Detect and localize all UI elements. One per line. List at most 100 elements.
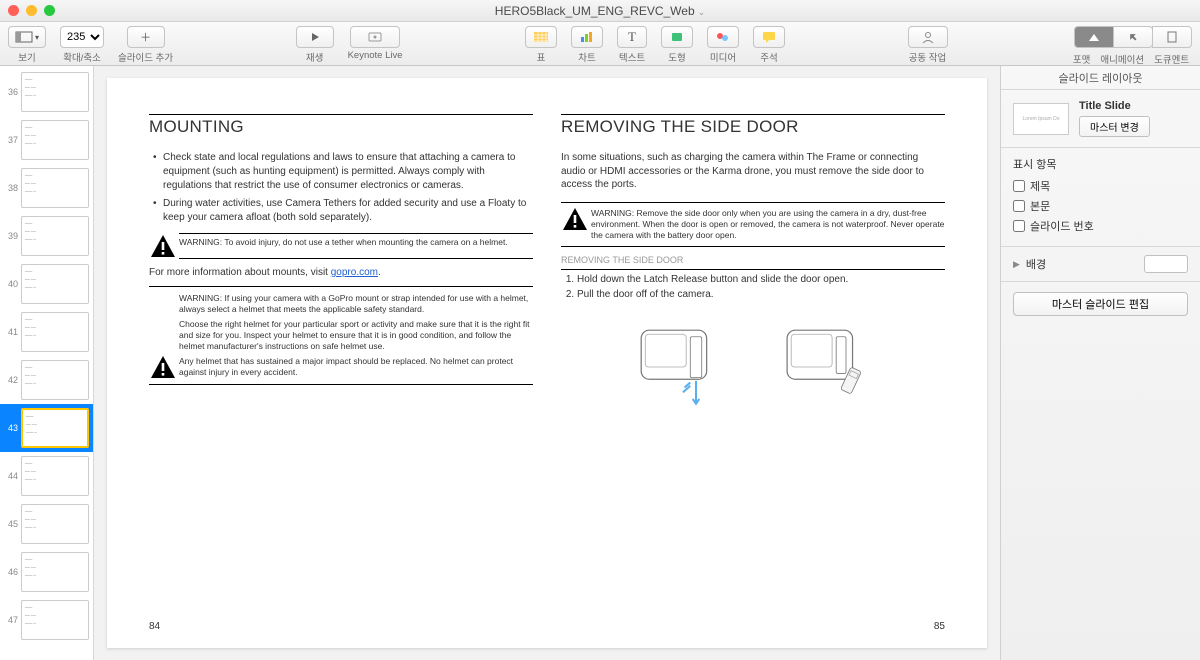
right-heading[interactable]: REMOVING THE SIDE DOOR — [561, 114, 945, 137]
thumb-preview: ━━━━━ ━━━━━ ━ — [21, 168, 89, 208]
chart-button[interactable] — [571, 26, 603, 48]
master-name: Title Slide — [1079, 100, 1150, 112]
comment-button[interactable] — [753, 26, 785, 48]
slide-thumbnail[interactable]: 44━━━━━ ━━━━━ ━ — [0, 452, 93, 500]
window-titlebar: HERO5Black_UM_ENG_REVC_Web⌄ — [0, 0, 1200, 22]
thumb-number: 47 — [4, 615, 18, 625]
background-color-well[interactable] — [1144, 255, 1188, 273]
slide-thumbnail[interactable]: 38━━━━━ ━━━━━ ━ — [0, 164, 93, 212]
table-button[interactable] — [525, 26, 557, 48]
toolbar: ▾ 보기 235% 확대/축소 ＋ 슬라이드 추가 재생 Keynote Liv… — [0, 22, 1200, 66]
warning-icon — [561, 206, 591, 243]
warning-2a[interactable]: WARNING: If using your camera with a GoP… — [179, 293, 533, 315]
close-window-button[interactable] — [8, 5, 19, 16]
body-checkbox[interactable] — [1013, 200, 1025, 212]
document-label: 도큐멘트 — [1154, 52, 1189, 66]
slide-thumbnail[interactable]: 45━━━━━ ━━━━━ ━ — [0, 500, 93, 548]
master-preview[interactable]: Lorem Ipsum Do — [1013, 103, 1069, 135]
add-slide-button[interactable]: ＋ — [127, 26, 165, 48]
shape-button[interactable] — [661, 26, 693, 48]
slide-thumbnail[interactable]: 36━━━━━ ━━━━━ ━ — [0, 68, 93, 116]
title-chevron-icon: ⌄ — [698, 7, 706, 17]
slidenum-checkbox[interactable] — [1013, 220, 1025, 232]
thumb-preview: ━━━━━ ━━━━━ ━ — [21, 120, 89, 160]
slide-thumbnail[interactable]: 43━━━━━ ━━━━━ ━ — [0, 404, 93, 452]
thumb-preview: ━━━━━ ━━━━━ ━ — [21, 72, 89, 112]
gopro-link[interactable]: gopro.com — [331, 267, 378, 278]
thumb-number: 36 — [4, 87, 18, 97]
diagram[interactable] — [561, 322, 945, 412]
add-slide-label: 슬라이드 추가 — [118, 50, 173, 64]
slide-navigator[interactable]: 36━━━━━ ━━━━━ ━37━━━━━ ━━━━━ ━38━━━━━ ━━… — [0, 66, 94, 660]
thumb-number: 45 — [4, 519, 18, 529]
mounts-note[interactable]: For more information about mounts, visit… — [149, 267, 533, 278]
media-button[interactable] — [707, 26, 739, 48]
minimize-window-button[interactable] — [26, 5, 37, 16]
thumb-number: 39 — [4, 231, 18, 241]
chart-label: 차트 — [578, 50, 595, 64]
disclosure-icon[interactable]: ▶ — [1013, 259, 1020, 270]
thumb-preview: ━━━━━ ━━━━━ ━ — [21, 360, 89, 400]
change-master-button[interactable]: 마스터 변경 — [1079, 116, 1150, 137]
warning-2b[interactable]: Choose the right helmet for your particu… — [179, 319, 533, 352]
thumb-preview: ━━━━━ ━━━━━ ━ — [21, 216, 89, 256]
body-checkbox-row[interactable]: 본문 — [1013, 198, 1188, 214]
title-checkbox-row[interactable]: 제목 — [1013, 178, 1188, 194]
bullet-1[interactable]: Check state and local regulations and la… — [149, 151, 533, 193]
slide-thumbnail[interactable]: 46━━━━━ ━━━━━ ━ — [0, 548, 93, 596]
slide-thumbnail[interactable]: 37━━━━━ ━━━━━ ━ — [0, 116, 93, 164]
collaborate-button[interactable] — [908, 26, 948, 48]
edit-master-button[interactable]: 마스터 슬라이드 편집 — [1013, 292, 1188, 316]
slidenum-checkbox-row[interactable]: 슬라이드 번호 — [1013, 218, 1188, 234]
page-number-left: 84 — [149, 621, 160, 632]
zoom-select[interactable]: 235% — [60, 26, 104, 48]
slide-thumbnail[interactable]: 40━━━━━ ━━━━━ ━ — [0, 260, 93, 308]
text-button[interactable]: T — [617, 26, 647, 48]
play-button[interactable] — [296, 26, 334, 48]
document-title[interactable]: HERO5Black_UM_ENG_REVC_Web⌄ — [495, 4, 705, 18]
play-label: 재생 — [306, 50, 323, 64]
warning-icon — [149, 354, 179, 380]
thumb-number: 40 — [4, 279, 18, 289]
warning-2c[interactable]: Any helmet that has sustained a major im… — [179, 356, 533, 378]
page-number-right: 85 — [934, 621, 945, 632]
thumb-number: 46 — [4, 567, 18, 577]
warning-r1[interactable]: WARNING: Remove the side door only when … — [591, 206, 945, 243]
slide-thumbnail[interactable]: 47━━━━━ ━━━━━ ━ — [0, 596, 93, 644]
thumb-number: 38 — [4, 183, 18, 193]
thumb-preview: ━━━━━ ━━━━━ ━ — [21, 600, 89, 640]
animate-tab[interactable] — [1113, 26, 1153, 48]
left-heading[interactable]: MOUNTING — [149, 114, 533, 137]
display-section-label: 표시 항목 — [1013, 156, 1188, 172]
zoom-window-button[interactable] — [44, 5, 55, 16]
thumb-preview: ━━━━━ ━━━━━ ━ — [21, 408, 89, 448]
media-label: 미디어 — [710, 50, 736, 64]
document-tab[interactable] — [1152, 26, 1192, 48]
sub-heading[interactable]: REMOVING THE SIDE DOOR — [561, 255, 945, 265]
slide-thumbnail[interactable]: 41━━━━━ ━━━━━ ━ — [0, 308, 93, 356]
slide-thumbnail[interactable]: 39━━━━━ ━━━━━ ━ — [0, 212, 93, 260]
view-button[interactable]: ▾ — [8, 26, 46, 48]
background-label: 배경 — [1026, 256, 1046, 272]
format-tab[interactable] — [1074, 26, 1114, 48]
intro-para[interactable]: In some situations, such as charging the… — [561, 151, 945, 192]
thumb-number: 44 — [4, 471, 18, 481]
collab-label: 공동 작업 — [909, 50, 947, 64]
title-checkbox[interactable] — [1013, 180, 1025, 192]
format-label: 포맷 — [1073, 52, 1090, 66]
inspector-panel: 슬라이드 레이아웃 Lorem Ipsum Do Title Slide 마스터… — [1000, 66, 1200, 660]
slide[interactable]: MOUNTING Check state and local regulatio… — [107, 78, 987, 648]
keynote-live-label: Keynote Live — [348, 50, 403, 61]
traffic-lights — [8, 5, 55, 16]
steps-list[interactable]: Hold down the Latch Release button and s… — [561, 269, 945, 302]
slide-canvas[interactable]: MOUNTING Check state and local regulatio… — [94, 66, 1000, 660]
thumb-number: 42 — [4, 375, 18, 385]
slide-thumbnail[interactable]: 42━━━━━ ━━━━━ ━ — [0, 356, 93, 404]
bullet-2[interactable]: During water activities, use Camera Teth… — [149, 197, 533, 225]
warning-1-text[interactable]: WARNING: To avoid injury, do not use a t… — [179, 233, 533, 259]
text-label: 텍스트 — [619, 50, 645, 64]
keynote-live-button[interactable] — [350, 26, 400, 48]
thumb-number: 41 — [4, 327, 18, 337]
animate-label: 애니메이션 — [1100, 52, 1144, 66]
step-1: Hold down the Latch Release button and s… — [577, 272, 945, 287]
